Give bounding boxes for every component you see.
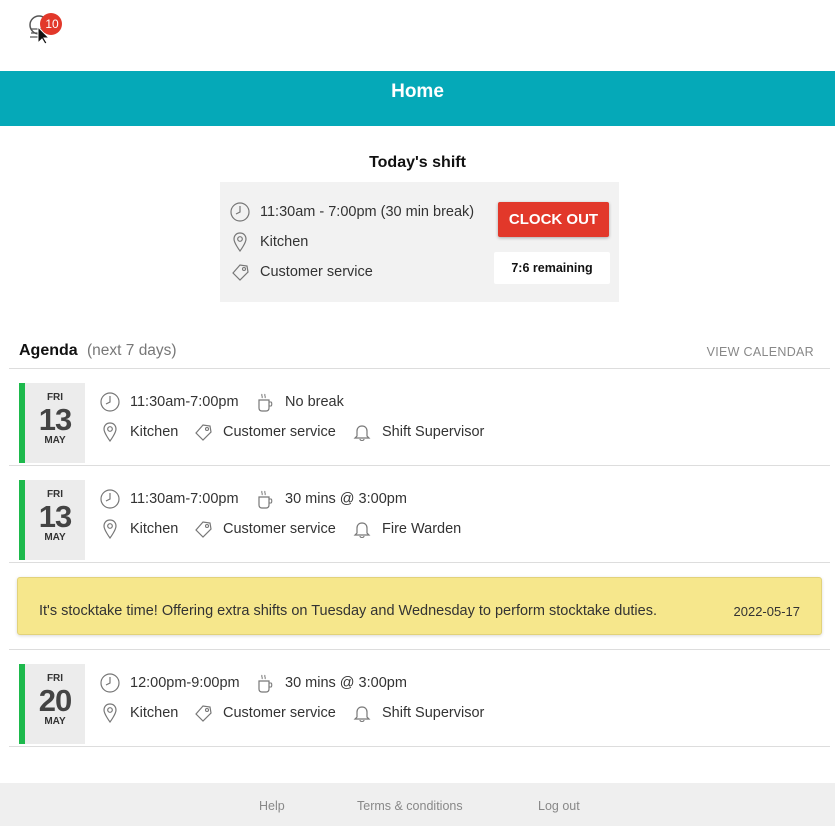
agenda-break-text: No break — [285, 394, 344, 410]
agenda-item[interactable]: FRI 20 MAY 12:00pm-9:00pm 30 mins @ 3:00… — [19, 664, 819, 744]
view-calendar-link[interactable]: VIEW CALENDAR — [707, 345, 814, 359]
time-remaining: 7:6 remaining — [494, 252, 610, 284]
agenda-break: 30 mins @ 3:00pm — [254, 487, 407, 511]
logout-link[interactable]: Log out — [538, 799, 580, 813]
shift-location-row: Kitchen — [229, 230, 308, 254]
page-header: Home — [0, 71, 835, 126]
agenda-role: Customer service — [192, 517, 336, 541]
divider — [9, 368, 830, 369]
agenda-break: 30 mins @ 3:00pm — [254, 671, 407, 695]
shift-location: Kitchen — [260, 234, 308, 250]
agenda-subtitle: (next 7 days) — [87, 342, 177, 360]
shift-role: Customer service — [260, 264, 373, 280]
date-month: MAY — [25, 532, 85, 543]
location-pin-icon — [229, 231, 251, 253]
notification-badge[interactable]: 10 — [40, 13, 62, 35]
agenda-duty-text: Fire Warden — [382, 521, 461, 537]
agenda-role-text: Customer service — [223, 521, 336, 537]
coffee-cup-icon — [254, 488, 276, 510]
shift-time: 11:30am - 7:00pm (30 min break) — [260, 204, 474, 220]
clock-out-button[interactable]: CLOCK OUT — [498, 202, 609, 237]
shift-time-row: 11:30am - 7:00pm (30 min break) — [229, 200, 474, 224]
agenda-location-text: Kitchen — [130, 705, 178, 721]
coffee-cup-icon — [254, 391, 276, 413]
tag-icon — [192, 518, 214, 540]
help-link[interactable]: Help — [259, 799, 285, 813]
agenda-item[interactable]: FRI 13 MAY 11:30am-7:00pm No break Kitch… — [19, 383, 819, 463]
agenda-location-text: Kitchen — [130, 424, 178, 440]
footer: Help Terms & conditions Log out — [0, 783, 835, 826]
date-month: MAY — [25, 716, 85, 727]
clock-icon — [229, 201, 251, 223]
agenda-role: Customer service — [192, 420, 336, 444]
agenda-location: Kitchen — [99, 420, 178, 444]
divider — [9, 649, 830, 650]
clock-icon — [99, 488, 121, 510]
agenda-duty-text: Shift Supervisor — [382, 424, 484, 440]
agenda-duty: Shift Supervisor — [351, 420, 484, 444]
agenda-time: 11:30am-7:00pm — [99, 390, 239, 414]
clock-icon — [99, 391, 121, 413]
date-badge: FRI 13 MAY — [19, 480, 85, 560]
agenda-location-text: Kitchen — [130, 521, 178, 537]
agenda-duty: Fire Warden — [351, 517, 461, 541]
location-pin-icon — [99, 702, 121, 724]
agenda-location: Kitchen — [99, 517, 178, 541]
todays-shift-card: 11:30am - 7:00pm (30 min break) Kitchen … — [220, 182, 619, 302]
agenda-time-text: 11:30am-7:00pm — [130, 491, 239, 507]
date-day: 20 — [25, 683, 85, 719]
agenda-time-text: 11:30am-7:00pm — [130, 394, 239, 410]
agenda-break-text: 30 mins @ 3:00pm — [285, 491, 407, 507]
divider — [9, 465, 830, 466]
agenda-duty-text: Shift Supervisor — [382, 705, 484, 721]
date-day: 13 — [25, 402, 85, 438]
announcement-banner[interactable]: It's stocktake time! Offering extra shif… — [17, 577, 822, 635]
agenda-header: Agenda (next 7 days) VIEW CALENDAR — [19, 340, 815, 362]
agenda-role-text: Customer service — [223, 705, 336, 721]
agenda-title: Agenda — [19, 342, 78, 360]
shift-role-row: Customer service — [229, 260, 373, 284]
terms-link[interactable]: Terms & conditions — [357, 799, 463, 813]
coffee-cup-icon — [254, 672, 276, 694]
todays-shift-title: Today's shift — [0, 154, 835, 172]
agenda-duty: Shift Supervisor — [351, 701, 484, 725]
page-title: Home — [391, 81, 444, 102]
date-month: MAY — [25, 435, 85, 446]
date-badge: FRI 13 MAY — [19, 383, 85, 463]
agenda-time: 12:00pm-9:00pm — [99, 671, 240, 695]
announcement-date: 2022-05-17 — [734, 604, 801, 619]
announcement-text: It's stocktake time! Offering extra shif… — [39, 603, 657, 619]
agenda-item[interactable]: FRI 13 MAY 11:30am-7:00pm 30 mins @ 3:00… — [19, 480, 819, 560]
location-pin-icon — [99, 421, 121, 443]
top-bar: 10 — [0, 0, 835, 71]
tag-icon — [192, 702, 214, 724]
date-badge: FRI 20 MAY — [19, 664, 85, 744]
divider — [9, 562, 830, 563]
agenda-role-text: Customer service — [223, 424, 336, 440]
location-pin-icon — [99, 518, 121, 540]
agenda-time: 11:30am-7:00pm — [99, 487, 239, 511]
bell-icon — [351, 702, 373, 724]
agenda-break-text: 30 mins @ 3:00pm — [285, 675, 407, 691]
tag-icon — [192, 421, 214, 443]
bell-icon — [351, 518, 373, 540]
bell-icon — [351, 421, 373, 443]
date-day: 13 — [25, 499, 85, 535]
agenda-role: Customer service — [192, 701, 336, 725]
agenda-time-text: 12:00pm-9:00pm — [130, 675, 240, 691]
divider — [9, 746, 830, 747]
agenda-location: Kitchen — [99, 701, 178, 725]
clock-icon — [99, 672, 121, 694]
agenda-break: No break — [254, 390, 344, 414]
tag-icon — [229, 261, 251, 283]
